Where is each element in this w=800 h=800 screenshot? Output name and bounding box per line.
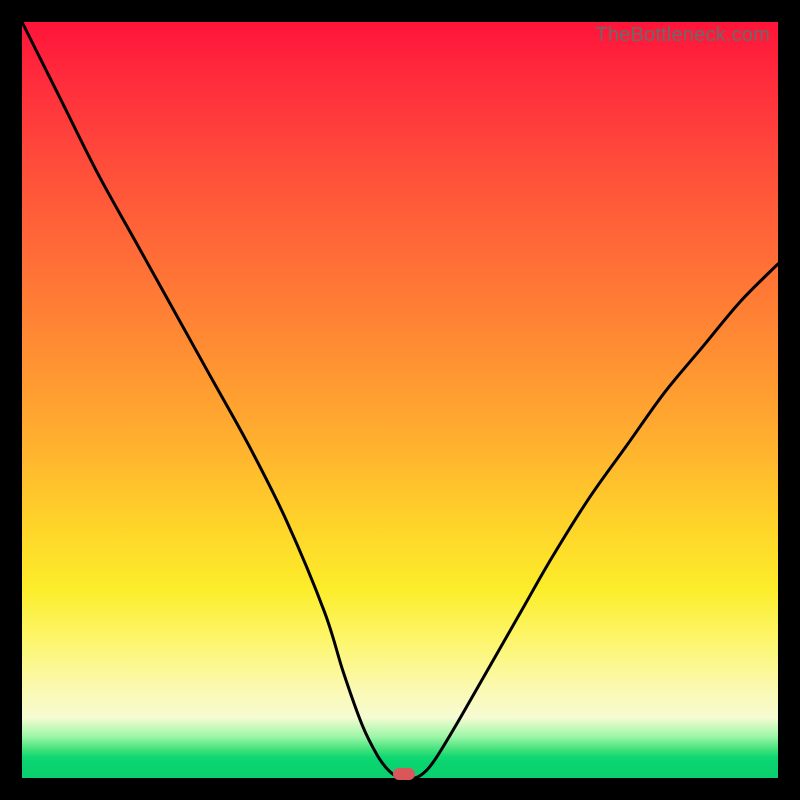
plot-area: TheBottleneck.com bbox=[22, 22, 778, 778]
curve-path bbox=[22, 22, 778, 779]
chart-frame: TheBottleneck.com bbox=[0, 0, 800, 800]
optimal-point-marker bbox=[393, 768, 415, 780]
bottleneck-curve bbox=[22, 22, 778, 778]
